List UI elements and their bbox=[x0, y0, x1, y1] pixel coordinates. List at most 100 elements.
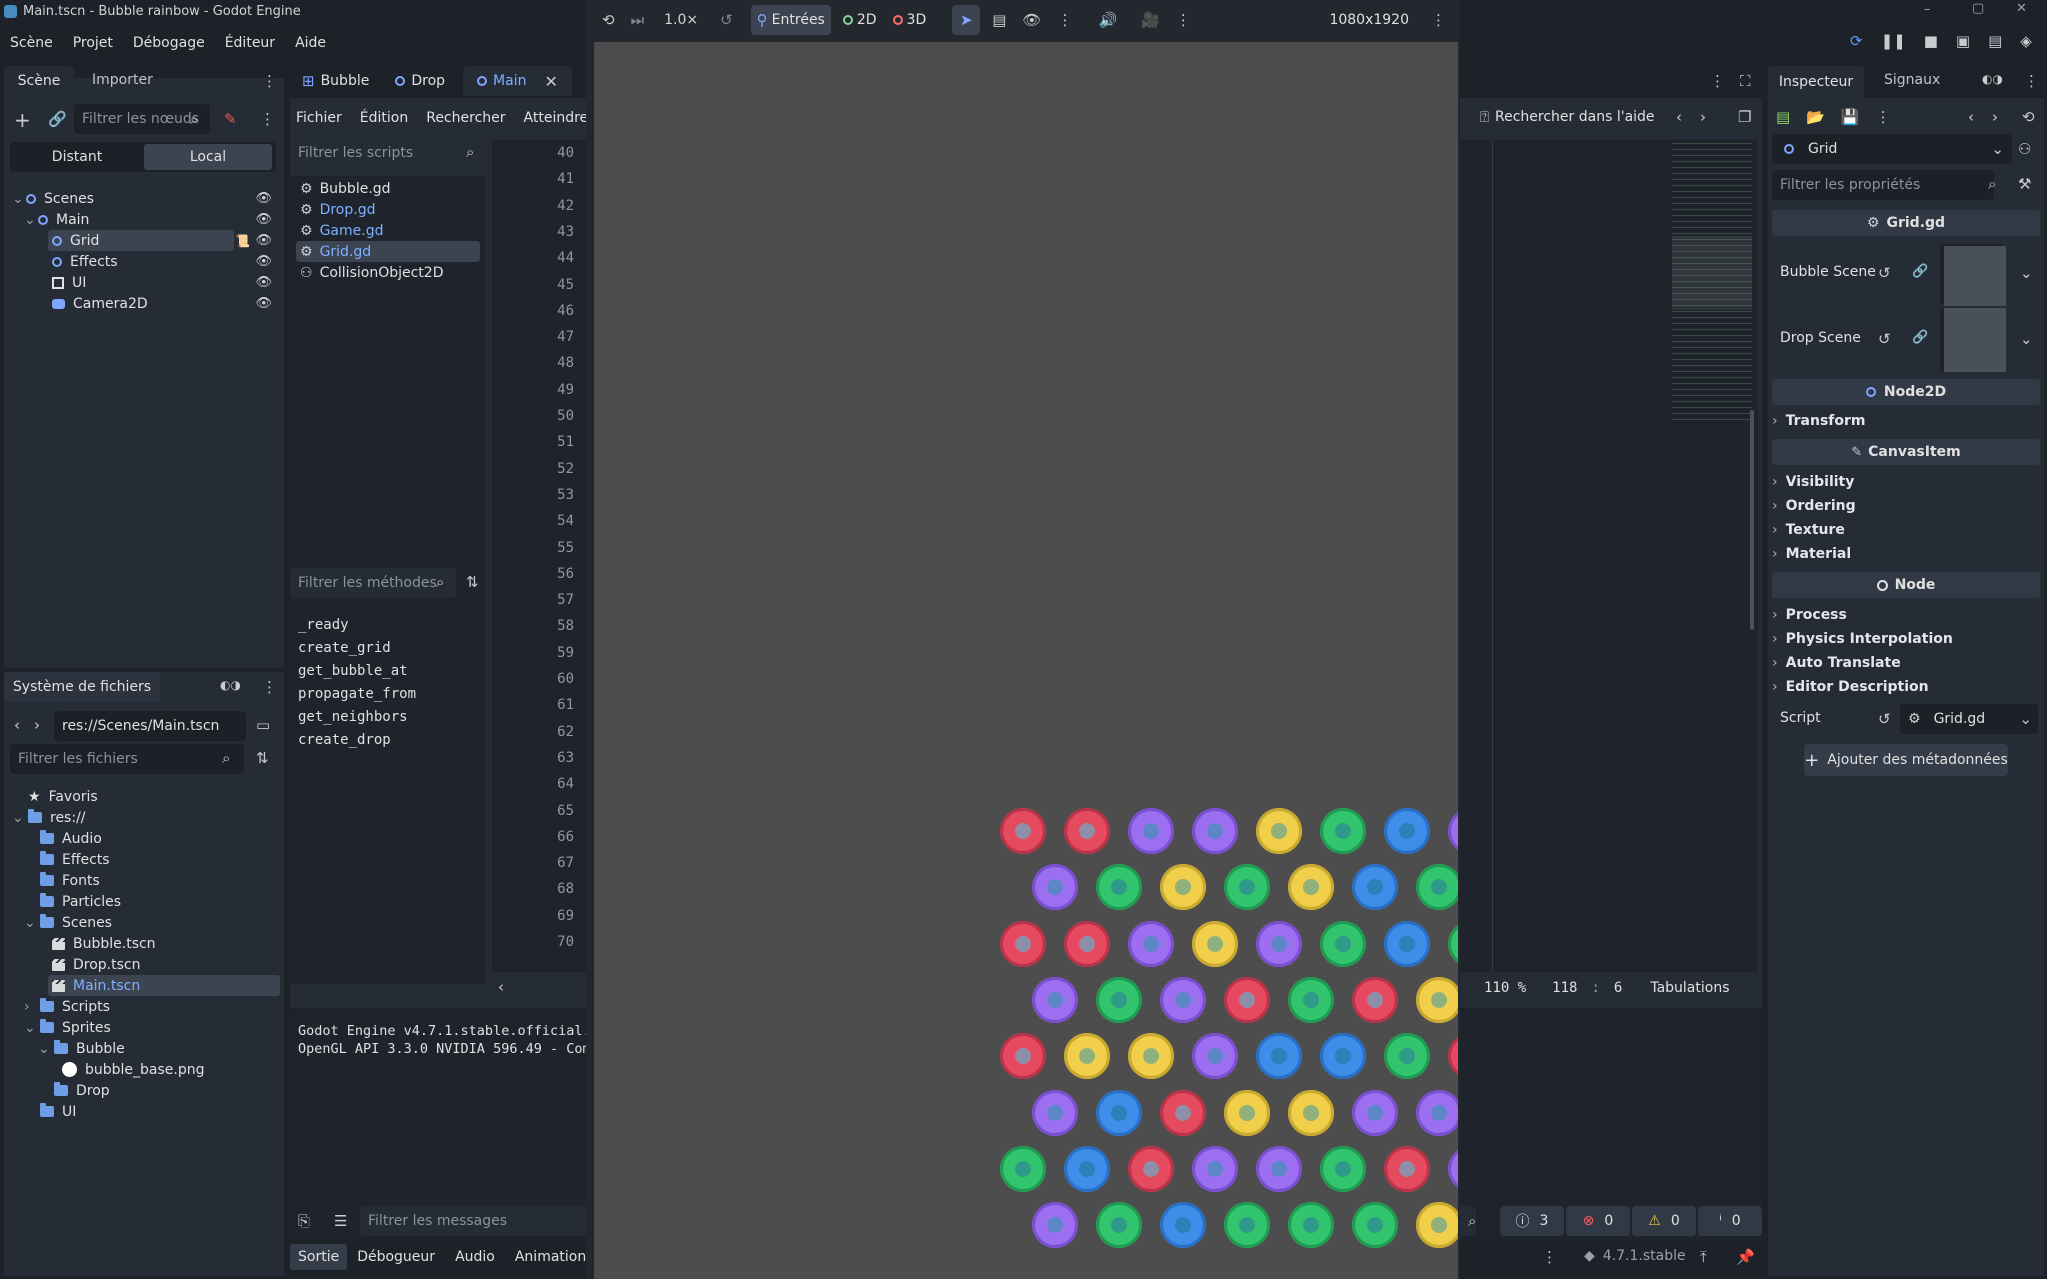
game-viewport[interactable] bbox=[594, 42, 1458, 1279]
distraction-free-icon[interactable]: ⛶ bbox=[1740, 72, 1751, 90]
tab-scene[interactable]: Scène bbox=[4, 66, 74, 96]
resource-preview[interactable] bbox=[1940, 308, 2006, 372]
minimize-button[interactable]: – bbox=[1924, 2, 1931, 17]
bubble[interactable] bbox=[1032, 1089, 1078, 1136]
fs-drop-tscn[interactable]: Drop.tscn bbox=[4, 954, 284, 975]
copy-output-icon[interactable]: ☰ bbox=[334, 1212, 347, 1230]
sort-methods-icon[interactable]: ⇅ bbox=[466, 573, 479, 591]
script-icon[interactable]: 📜 bbox=[235, 234, 250, 248]
remote-button[interactable]: Distant bbox=[10, 149, 144, 165]
method-item[interactable]: propagate_from bbox=[290, 683, 486, 704]
tabs-menu-icon[interactable]: ⋮ bbox=[1710, 72, 1725, 90]
menu-help[interactable]: Aide bbox=[295, 35, 326, 51]
tab-signals[interactable]: Signaux bbox=[1884, 72, 1940, 88]
chevron-down-icon[interactable]: ⌄ bbox=[2020, 264, 2033, 282]
add-metadata-button[interactable]: + Ajouter des métadonnées bbox=[1804, 744, 2008, 776]
bubble[interactable] bbox=[1096, 1202, 1142, 1249]
inspector-split-icon[interactable]: ◐◑ bbox=[1982, 72, 2003, 86]
bubble[interactable] bbox=[1000, 1033, 1046, 1080]
input-toggle[interactable]: ⚲ Entrées bbox=[750, 5, 831, 35]
script-item-collision[interactable]: ⚇ CollisionObject2D bbox=[290, 262, 486, 283]
eye-icon[interactable]: 👁 bbox=[1022, 11, 1041, 29]
bubble[interactable] bbox=[1352, 864, 1398, 911]
speed-selector[interactable]: 1.0× bbox=[664, 12, 698, 28]
bubble[interactable] bbox=[1256, 920, 1302, 967]
script-attach-icon[interactable]: ✎ bbox=[224, 110, 237, 128]
dock-menu-icon[interactable]: ⋮ bbox=[262, 72, 277, 90]
bubble[interactable] bbox=[1256, 1145, 1302, 1192]
section-material[interactable]: Material bbox=[1772, 543, 2040, 565]
file-filter-input[interactable] bbox=[10, 744, 244, 774]
bubble[interactable] bbox=[1064, 1145, 1110, 1192]
bubble[interactable] bbox=[1096, 976, 1142, 1023]
local-button[interactable]: Local bbox=[144, 144, 272, 170]
tab-debugger[interactable]: Débogueur bbox=[357, 1249, 435, 1265]
chevron-down-icon[interactable]: ⌄ bbox=[2020, 330, 2033, 348]
bubble[interactable] bbox=[1416, 1202, 1458, 1249]
node-properties-icon[interactable]: ⚇ bbox=[2018, 140, 2031, 158]
history-forward-icon[interactable]: › bbox=[1700, 108, 1706, 126]
script-menu-goto[interactable]: Atteindre bbox=[524, 110, 589, 126]
game-menu-icon[interactable]: ⋮ bbox=[1431, 11, 1446, 29]
section-process[interactable]: Process bbox=[1772, 604, 2040, 626]
indent-mode[interactable]: Tabulations bbox=[1650, 980, 1729, 996]
fs-scripts[interactable]: › Scripts bbox=[4, 996, 284, 1017]
bubble[interactable] bbox=[1256, 1033, 1302, 1080]
section-ordering[interactable]: Ordering bbox=[1772, 495, 2040, 517]
property-filter-input[interactable] bbox=[1772, 170, 1994, 200]
bubble[interactable] bbox=[1352, 1089, 1398, 1136]
open-folder-icon[interactable]: 📂 bbox=[1806, 108, 1825, 126]
bubble[interactable] bbox=[1352, 976, 1398, 1023]
message-count-badge[interactable]: ⁱ0 bbox=[1698, 1206, 1762, 1236]
toggle-scripts-panel-icon[interactable]: ‹ bbox=[498, 978, 504, 996]
section-editor-description[interactable]: Editor Description bbox=[1772, 676, 2040, 698]
tab-filesystem[interactable]: Système de fichiers bbox=[4, 672, 160, 702]
tab-drop[interactable]: Drop bbox=[395, 73, 445, 89]
bubble[interactable] bbox=[1192, 808, 1238, 854]
filesystem-menu-icon[interactable]: ⋮ bbox=[262, 678, 277, 696]
fs-drop-folder[interactable]: Drop bbox=[4, 1080, 284, 1101]
section-texture[interactable]: Texture bbox=[1772, 519, 2040, 541]
version-label[interactable]: ◆ 4.7.1.stable bbox=[1584, 1248, 1686, 1264]
method-item[interactable]: create_grid bbox=[290, 637, 486, 658]
bubble[interactable] bbox=[1256, 808, 1302, 854]
next-frame-icon[interactable]: ⏭ bbox=[631, 11, 645, 29]
bubble[interactable] bbox=[1384, 808, 1430, 854]
bubble[interactable] bbox=[1448, 920, 1458, 967]
bubble[interactable] bbox=[1224, 1202, 1270, 1249]
bubble[interactable] bbox=[1288, 976, 1334, 1023]
bubble[interactable] bbox=[1064, 1033, 1110, 1080]
error-count-badge[interactable]: ⊗ 0 bbox=[1566, 1206, 1630, 1236]
bubble[interactable] bbox=[1160, 864, 1206, 911]
fs-bubble-base-png[interactable]: bubble_base.png bbox=[4, 1059, 284, 1080]
fs-main-tscn[interactable]: Main.tscn bbox=[4, 975, 284, 996]
link-icon[interactable]: 🔗 bbox=[48, 110, 67, 128]
menu-project[interactable]: Projet bbox=[73, 35, 113, 51]
fs-sprites[interactable]: ⌄ Sprites bbox=[4, 1017, 284, 1038]
bubble[interactable] bbox=[1384, 920, 1430, 967]
bubble[interactable] bbox=[1416, 1089, 1458, 1136]
bubble[interactable] bbox=[1224, 864, 1270, 911]
bubble[interactable] bbox=[1032, 1202, 1078, 1249]
new-resource-icon[interactable]: ▤ bbox=[1776, 108, 1790, 126]
camera-override-icon[interactable]: 🎥 bbox=[1141, 11, 1160, 29]
fs-effects[interactable]: Effects bbox=[4, 849, 284, 870]
tab-inspector[interactable]: Inspecteur bbox=[1768, 66, 1864, 98]
section-transform[interactable]: Transform bbox=[1772, 410, 2040, 432]
revert-icon[interactable]: ↺ bbox=[1878, 330, 1891, 348]
method-item[interactable]: create_drop bbox=[290, 729, 486, 750]
fs-ui-folder[interactable]: UI bbox=[4, 1101, 284, 1122]
zoom-level[interactable]: 110 % bbox=[1484, 980, 1526, 996]
bubble[interactable] bbox=[1384, 1033, 1430, 1080]
bubble[interactable] bbox=[1000, 920, 1046, 967]
bubble[interactable] bbox=[1192, 1033, 1238, 1080]
info-count-badge[interactable]: ⓘ 3 bbox=[1500, 1206, 1564, 1236]
bubble[interactable] bbox=[1320, 808, 1366, 854]
visibility-eye-icon[interactable]: 👁 bbox=[255, 191, 272, 206]
fs-audio[interactable]: Audio bbox=[4, 828, 284, 849]
bottom-menu-icon[interactable]: ⋮ bbox=[1542, 1248, 1557, 1266]
expand-panel-icon[interactable]: ⤒ bbox=[1700, 1248, 1707, 1266]
layout-icon[interactable]: ▭ bbox=[256, 716, 270, 734]
prev-object-icon[interactable]: ‹ bbox=[1968, 108, 1974, 126]
section-auto-translate[interactable]: Auto Translate bbox=[1772, 652, 2040, 674]
